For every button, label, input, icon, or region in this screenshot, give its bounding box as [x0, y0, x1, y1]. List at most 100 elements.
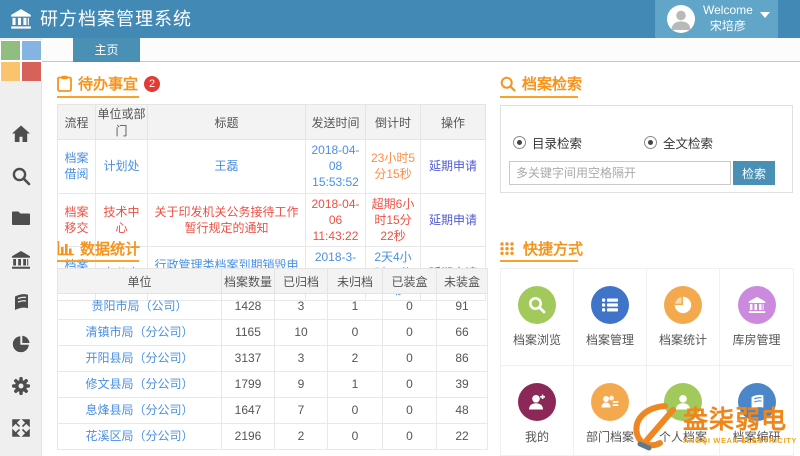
todo-col-dept: 单位或部门 — [96, 105, 148, 140]
table-row: 档案借阅 计划处 王磊 2018-04-08 15:53:52 23小时5分15… — [58, 140, 486, 194]
unit-link[interactable]: 开阳县局（分公司） — [58, 346, 222, 372]
table-row: 息烽县局（分公司） 1647 7 0 0 48 — [58, 398, 488, 424]
unit-link[interactable]: 贵阳市局（公司） — [58, 294, 222, 320]
stats-col-unboxed: 未装盒 — [437, 269, 488, 294]
stat-value: 2196 — [222, 424, 275, 450]
user-menu[interactable]: Welcome 宋培彦 — [655, 0, 778, 38]
search-section-header: 档案检索 — [500, 73, 582, 94]
stats-underline — [57, 260, 139, 262]
unit-link[interactable]: 花溪区局（分公司） — [58, 424, 222, 450]
stat-value: 86 — [437, 346, 488, 372]
stat-value: 2 — [275, 424, 328, 450]
watermark-cn: 盎柒弱电 — [683, 408, 797, 433]
todo-underline — [57, 96, 139, 98]
watermark-en: ANGQI WEAK ELECTRICITY — [683, 436, 797, 445]
logo-square-red — [22, 62, 41, 81]
user-avatar — [667, 5, 695, 33]
search-input[interactable] — [509, 161, 731, 185]
clipboard-icon — [57, 75, 72, 92]
stat-value: 1165 — [222, 320, 275, 346]
stat-value: 48 — [437, 398, 488, 424]
search-mode-options: 目录检索 全文检索 — [513, 133, 713, 152]
stats-header-row: 单位 档案数量 已归档 未归档 已装盒 未装盒 — [58, 269, 488, 294]
stat-value: 0 — [328, 424, 383, 450]
stat-value: 7 — [275, 398, 328, 424]
tab-home[interactable]: 主页 — [73, 38, 140, 62]
unit-link[interactable]: 修文县局（分公司） — [58, 372, 222, 398]
todo-col-time: 发送时间 — [306, 105, 366, 140]
shortcut-label: 库房管理 — [732, 331, 780, 348]
tab-bar: 主页 — [42, 38, 800, 62]
stat-value: 0 — [383, 294, 437, 320]
sidebar — [0, 38, 42, 456]
pie-chart-icon — [664, 286, 702, 324]
stat-value: 1 — [328, 294, 383, 320]
shortcut-archive-stats[interactable]: 档案统计 — [647, 269, 720, 366]
sidebar-item-search[interactable] — [10, 165, 32, 187]
users-icon — [591, 383, 629, 421]
catalog-search-radio[interactable]: 目录检索 — [513, 133, 582, 152]
search-underline — [500, 96, 578, 98]
todo-action-link[interactable]: 延期申请 — [421, 140, 486, 194]
app-title: 研方档案管理系统 — [40, 0, 192, 38]
table-row: 清镇市局（分公司） 1165 10 0 0 66 — [58, 320, 488, 346]
stat-value: 10 — [275, 320, 328, 346]
stat-value: 0 — [383, 320, 437, 346]
stat-value: 39 — [437, 372, 488, 398]
chevron-down-icon — [760, 12, 770, 18]
stat-value: 1428 — [222, 294, 275, 320]
stat-value: 3 — [275, 346, 328, 372]
todo-action-link[interactable]: 延期申请 — [421, 193, 486, 247]
todo-time: 2018-04-06 11:43:22 — [306, 193, 366, 247]
sidebar-item-book[interactable] — [10, 291, 32, 313]
shortcut-warehouse-manage[interactable]: 库房管理 — [720, 269, 793, 366]
user-greeting: Welcome 宋培彦 — [703, 3, 753, 34]
shortcut-label: 档案管理 — [586, 331, 634, 348]
stat-value: 0 — [383, 424, 437, 450]
shortcut-archive-manage[interactable]: 档案管理 — [574, 269, 647, 366]
search-icon — [518, 286, 556, 324]
unit-link[interactable]: 息烽县局（分公司） — [58, 398, 222, 424]
sidebar-item-bank[interactable] — [10, 249, 32, 271]
stat-value: 9 — [275, 372, 328, 398]
stats-col-unit: 单位 — [58, 269, 222, 294]
stats-col-boxed: 已装盒 — [383, 269, 437, 294]
stat-value: 0 — [383, 398, 437, 424]
fulltext-search-radio[interactable]: 全文检索 — [644, 133, 713, 152]
sidebar-item-gear[interactable] — [10, 375, 32, 397]
stat-value: 0 — [383, 346, 437, 372]
sidebar-item-folder[interactable] — [10, 207, 32, 229]
todo-process: 档案借阅 — [58, 140, 96, 194]
todo-col-title: 标题 — [148, 105, 306, 140]
logo-square-green — [1, 41, 20, 60]
shortcut-mine[interactable]: 我的 — [501, 366, 574, 456]
user-plus-icon — [518, 383, 556, 421]
table-row: 花溪区局（分公司） 2196 2 0 0 22 — [58, 424, 488, 450]
sidebar-item-pie-chart[interactable] — [10, 333, 32, 355]
todo-title-link[interactable]: 王磊 — [148, 140, 306, 194]
stat-value: 22 — [437, 424, 488, 450]
list-icon — [591, 286, 629, 324]
shortcuts-title: 快捷方式 — [523, 238, 583, 259]
stat-value: 0 — [383, 372, 437, 398]
search-title: 档案检索 — [522, 73, 582, 94]
todo-title-link[interactable]: 关于印发机关公务接待工作暂行规定的通知 — [148, 193, 306, 247]
stats-col-total: 档案数量 — [222, 269, 275, 294]
username-text: 宋培彦 — [703, 19, 753, 35]
bank-icon — [738, 286, 776, 324]
stat-value: 66 — [437, 320, 488, 346]
unit-link[interactable]: 清镇市局（分公司） — [58, 320, 222, 346]
sidebar-item-expand[interactable] — [10, 417, 32, 439]
shortcut-archive-browse[interactable]: 档案浏览 — [501, 269, 574, 366]
sidebar-item-home[interactable] — [10, 123, 32, 145]
table-row: 贵阳市局（公司） 1428 3 1 0 91 — [58, 294, 488, 320]
watermark-text: 盎柒弱电 ANGQI WEAK ELECTRICITY — [683, 408, 797, 445]
stat-value: 0 — [328, 398, 383, 424]
sidebar-nav — [0, 123, 42, 439]
shortcuts-underline — [500, 260, 578, 262]
search-button[interactable]: 检索 — [733, 161, 775, 185]
stat-value: 1799 — [222, 372, 275, 398]
radio-icon — [644, 136, 657, 149]
shortcut-label: 档案浏览 — [513, 331, 561, 348]
bar-chart-icon — [57, 241, 74, 256]
